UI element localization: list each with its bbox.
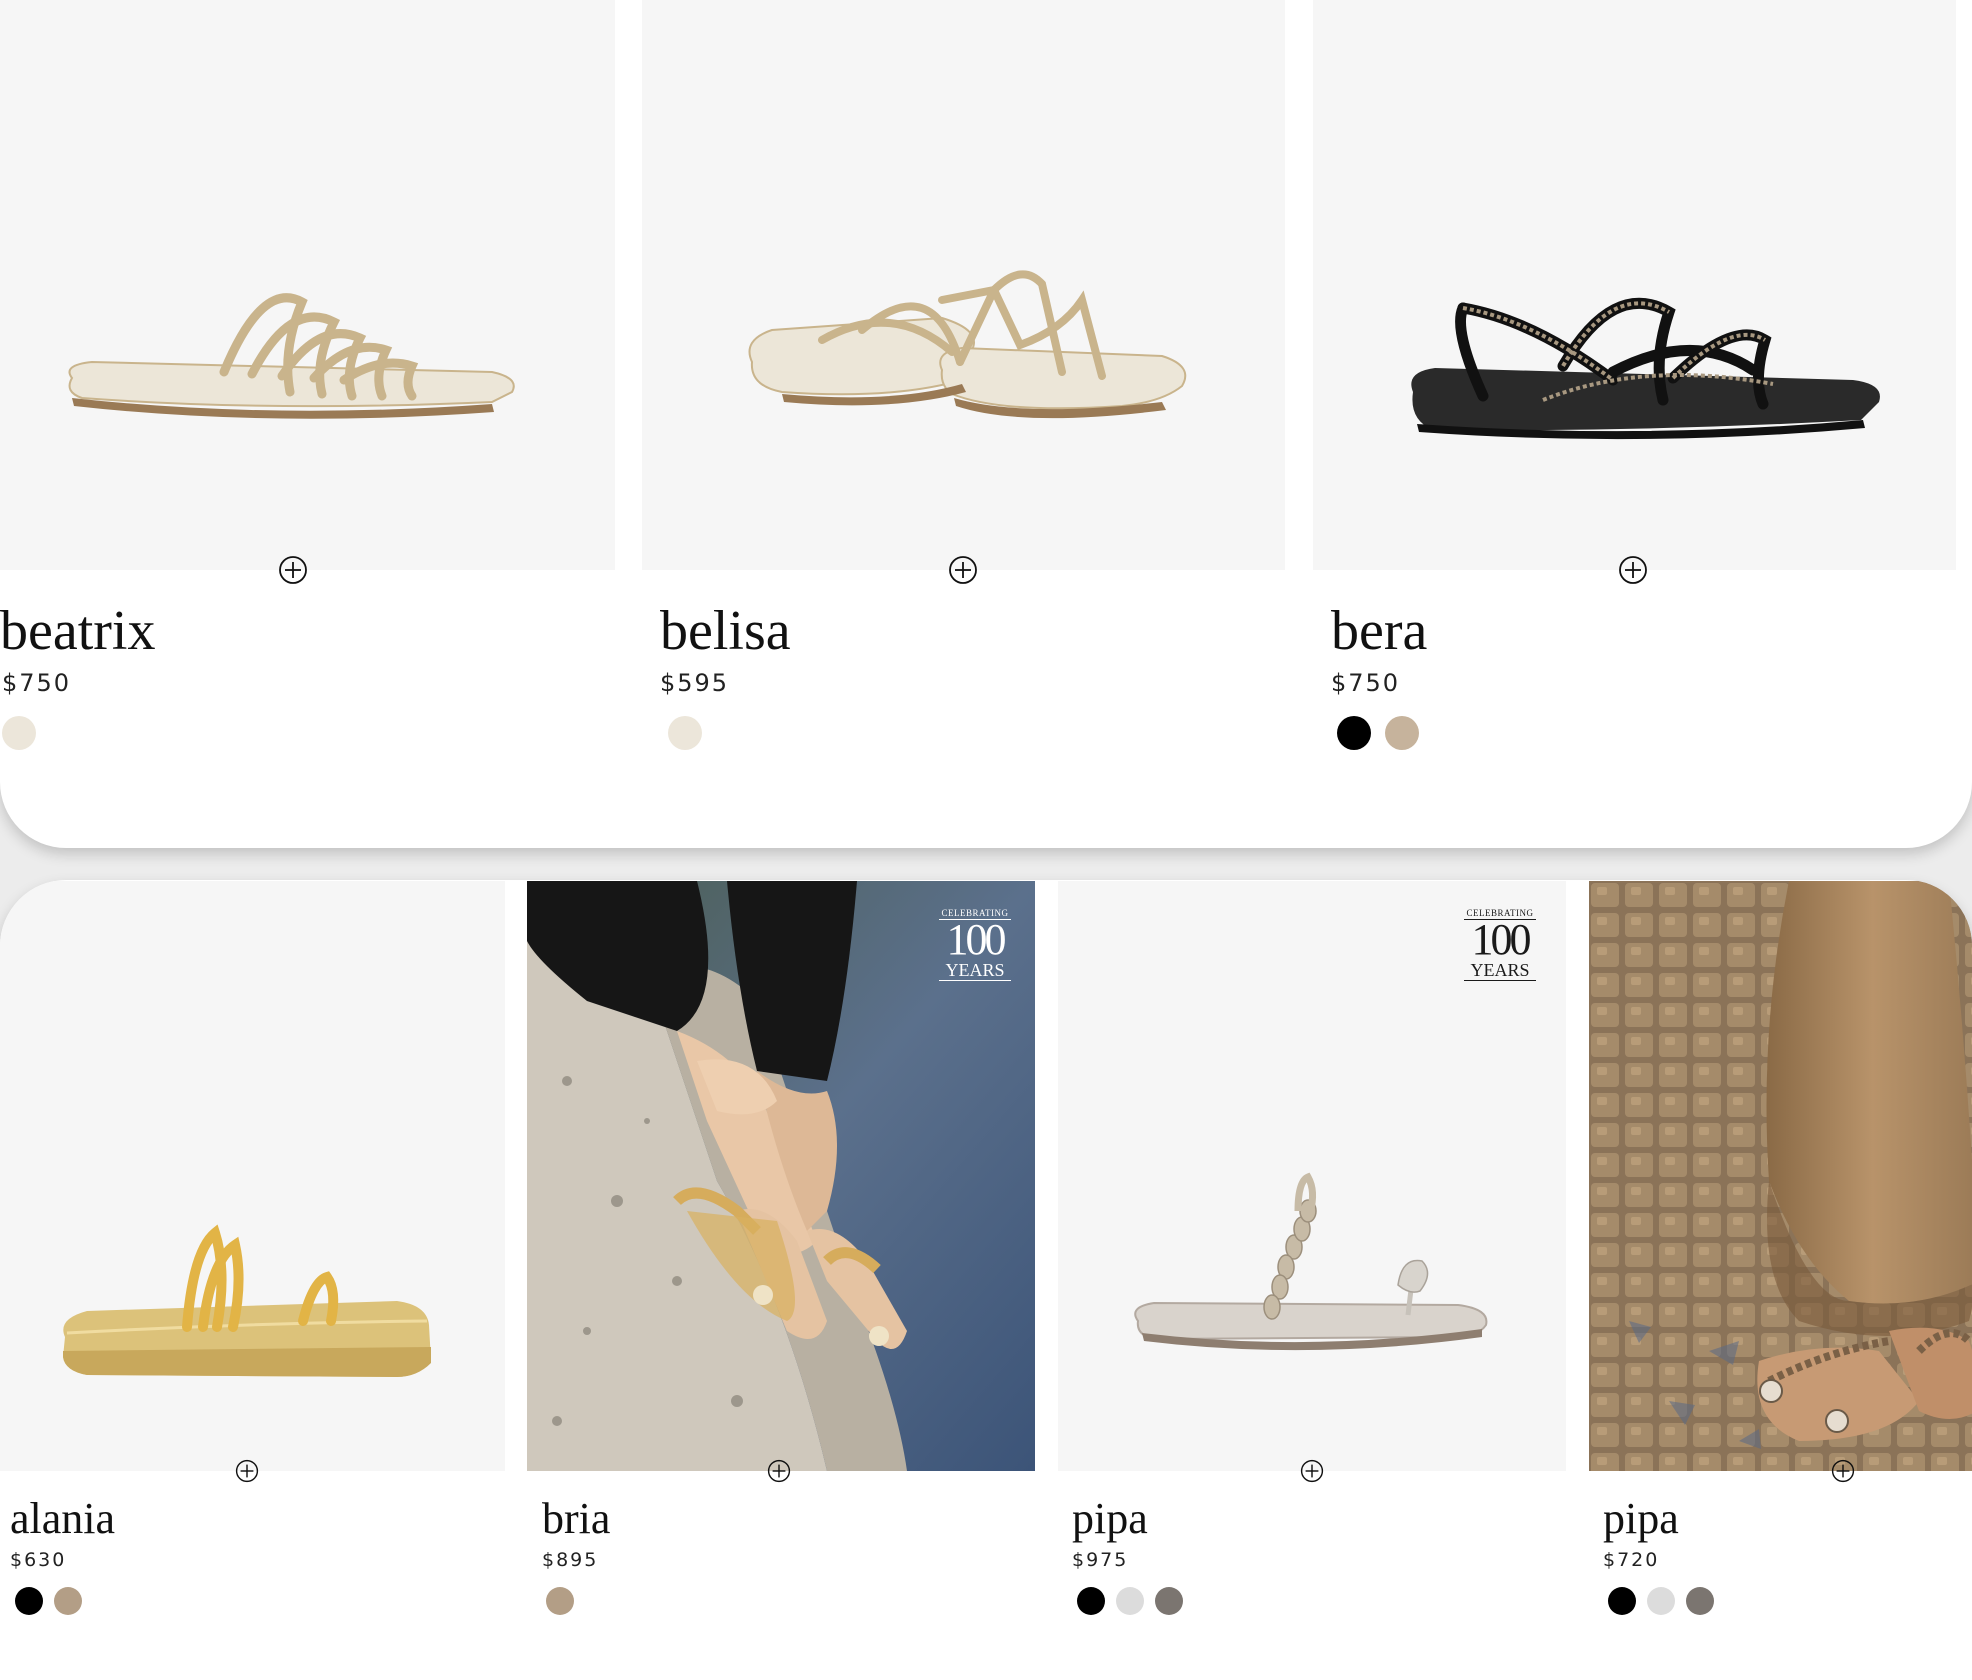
- product-row-top: beatrix $750 belisa $595 bera $750: [0, 0, 1972, 848]
- product-name[interactable]: pipa: [1603, 1493, 1679, 1545]
- product-name[interactable]: bria: [542, 1493, 610, 1545]
- product-row-bottom: alania $630 CELEBRATING 100 YEARS bria $…: [0, 880, 1972, 1680]
- color-swatches: [1077, 1587, 1183, 1615]
- color-swatches: [668, 716, 702, 750]
- color-swatch-gray[interactable]: [1155, 1587, 1183, 1615]
- color-swatch-black[interactable]: [1337, 716, 1371, 750]
- color-swatch-cream[interactable]: [2, 716, 36, 750]
- product-card-bera[interactable]: bera $750: [1313, 0, 1956, 760]
- color-swatch-tan[interactable]: [54, 1587, 82, 1615]
- add-to-bag-icon[interactable]: [1300, 1459, 1324, 1483]
- product-price: $750: [1331, 669, 1401, 697]
- product-card-beatrix[interactable]: beatrix $750: [0, 0, 615, 760]
- product-card-belisa[interactable]: belisa $595: [642, 0, 1285, 760]
- add-to-bag-icon[interactable]: [235, 1459, 259, 1483]
- product-name[interactable]: pipa: [1072, 1493, 1148, 1545]
- color-swatches: [1608, 1587, 1714, 1615]
- product-card-pipa-lifestyle[interactable]: pipa $720: [1589, 881, 1972, 1641]
- centennial-badge: CELEBRATING 100 YEARS: [939, 907, 1011, 981]
- color-swatch-cream[interactable]: [668, 716, 702, 750]
- color-swatches: [2, 716, 36, 750]
- product-price: $630: [10, 1549, 67, 1571]
- product-name[interactable]: beatrix: [0, 598, 155, 664]
- product-name[interactable]: belisa: [660, 598, 791, 664]
- color-swatch-black[interactable]: [15, 1587, 43, 1615]
- product-price: $595: [660, 669, 730, 697]
- color-swatch-tan[interactable]: [546, 1587, 574, 1615]
- add-to-bag-icon[interactable]: [767, 1459, 791, 1483]
- color-swatch-black[interactable]: [1077, 1587, 1105, 1615]
- product-price: $720: [1603, 1549, 1660, 1571]
- add-to-bag-icon[interactable]: [1831, 1459, 1855, 1483]
- centennial-badge: CELEBRATING 100 YEARS: [1464, 907, 1536, 981]
- product-name[interactable]: bera: [1331, 598, 1427, 664]
- add-to-bag-icon[interactable]: [278, 555, 308, 585]
- product-image[interactable]: CELEBRATING 100 YEARS: [527, 881, 1035, 1471]
- product-price: $895: [542, 1549, 599, 1571]
- product-image[interactable]: [1589, 881, 1972, 1471]
- product-image[interactable]: [642, 0, 1285, 570]
- product-name[interactable]: alania: [10, 1493, 115, 1545]
- add-to-bag-icon[interactable]: [1618, 555, 1648, 585]
- color-swatch-light-gray[interactable]: [1647, 1587, 1675, 1615]
- product-card-bria[interactable]: CELEBRATING 100 YEARS bria $895: [527, 881, 1035, 1641]
- color-swatch-black[interactable]: [1608, 1587, 1636, 1615]
- color-swatches: [15, 1587, 82, 1615]
- product-price: $750: [2, 669, 72, 697]
- add-to-bag-icon[interactable]: [948, 555, 978, 585]
- color-swatches: [546, 1587, 574, 1615]
- color-swatch-light-gray[interactable]: [1116, 1587, 1144, 1615]
- color-swatches: [1337, 716, 1419, 750]
- color-swatch-taupe[interactable]: [1385, 716, 1419, 750]
- product-image[interactable]: [1313, 0, 1956, 570]
- product-card-pipa[interactable]: CELEBRATING 100 YEARS pipa $975: [1058, 881, 1566, 1641]
- product-image[interactable]: [0, 0, 615, 570]
- product-price: $975: [1072, 1549, 1129, 1571]
- product-card-alania[interactable]: alania $630: [0, 881, 505, 1641]
- color-swatch-gray[interactable]: [1686, 1587, 1714, 1615]
- product-image[interactable]: CELEBRATING 100 YEARS: [1058, 881, 1566, 1471]
- product-image[interactable]: [0, 881, 505, 1471]
